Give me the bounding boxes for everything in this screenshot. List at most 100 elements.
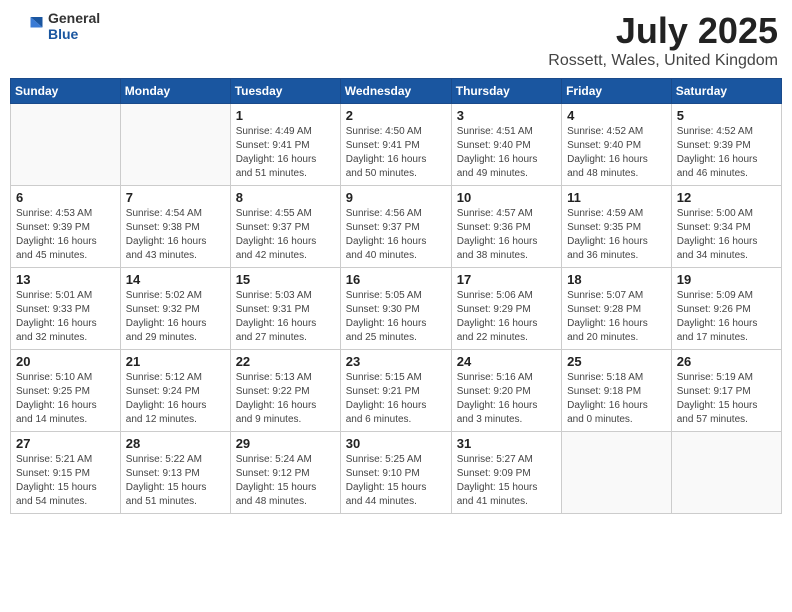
day-number: 26: [677, 354, 776, 369]
day-info: Sunrise: 5:01 AMSunset: 9:33 PMDaylight:…: [16, 289, 115, 345]
calendar-cell: 14 Sunrise: 5:02 AMSunset: 9:32 PMDayligh…: [120, 268, 230, 350]
day-info: Sunrise: 5:16 AMSunset: 9:20 PMDaylight:…: [457, 371, 556, 427]
day-number: 3: [457, 108, 556, 123]
day-number: 27: [16, 436, 115, 451]
day-number: 4: [567, 108, 666, 123]
weekday-header: Saturday: [671, 79, 781, 104]
day-number: 29: [236, 436, 335, 451]
calendar-cell: 31 Sunrise: 5:27 AMSunset: 9:09 PMDayligh…: [451, 432, 561, 514]
day-info: Sunrise: 5:25 AMSunset: 9:10 PMDaylight:…: [346, 453, 446, 509]
calendar-week-row: 27 Sunrise: 5:21 AMSunset: 9:15 PMDayligh…: [11, 432, 782, 514]
day-info: Sunrise: 5:21 AMSunset: 9:15 PMDaylight:…: [16, 453, 115, 509]
calendar-week-row: 6 Sunrise: 4:53 AMSunset: 9:39 PMDaylight…: [11, 186, 782, 268]
day-info: Sunrise: 5:12 AMSunset: 9:24 PMDaylight:…: [126, 371, 225, 427]
calendar-cell: 17 Sunrise: 5:06 AMSunset: 9:29 PMDayligh…: [451, 268, 561, 350]
calendar-cell: 9 Sunrise: 4:56 AMSunset: 9:37 PMDaylight…: [340, 186, 451, 268]
calendar-cell: 11 Sunrise: 4:59 AMSunset: 9:35 PMDayligh…: [562, 186, 672, 268]
calendar-cell: 23Sunrise: 5:15 AMSunset: 9:21 PMDayligh…: [340, 350, 451, 432]
weekday-header: Friday: [562, 79, 672, 104]
calendar-cell: 2 Sunrise: 4:50 AMSunset: 9:41 PMDaylight…: [340, 104, 451, 186]
day-number: 1: [236, 108, 335, 123]
logo-text: General Blue: [48, 10, 100, 42]
calendar-cell: 12 Sunrise: 5:00 AMSunset: 9:34 PMDayligh…: [671, 186, 781, 268]
day-number: 13: [16, 272, 115, 287]
calendar-cell: 20Sunrise: 5:10 AMSunset: 9:25 PMDayligh…: [11, 350, 121, 432]
calendar-cell: 7Sunrise: 4:54 AMSunset: 9:38 PMDaylight…: [120, 186, 230, 268]
day-number: 30: [346, 436, 446, 451]
day-number: 14: [126, 272, 225, 287]
logo: General Blue: [14, 10, 100, 42]
day-number: 17: [457, 272, 556, 287]
day-number: 25: [567, 354, 666, 369]
weekday-header: Tuesday: [230, 79, 340, 104]
calendar-cell: 4 Sunrise: 4:52 AMSunset: 9:40 PMDaylight…: [562, 104, 672, 186]
calendar-cell: 16Sunrise: 5:05 AMSunset: 9:30 PMDayligh…: [340, 268, 451, 350]
day-number: 28: [126, 436, 225, 451]
day-info: Sunrise: 5:02 AMSunset: 9:32 PMDaylight:…: [126, 289, 225, 345]
calendar-cell: 29 Sunrise: 5:24 AMSunset: 9:12 PMDayligh…: [230, 432, 340, 514]
day-info: Sunrise: 5:24 AMSunset: 9:12 PMDaylight:…: [236, 453, 335, 509]
day-number: 9: [346, 190, 446, 205]
calendar-cell: 25Sunrise: 5:18 AMSunset: 9:18 PMDayligh…: [562, 350, 672, 432]
calendar-header-row: SundayMondayTuesdayWednesdayThursdayFrid…: [11, 79, 782, 104]
calendar-cell: 21 Sunrise: 5:12 AMSunset: 9:24 PMDayligh…: [120, 350, 230, 432]
month-year: July 2025: [548, 10, 778, 52]
day-info: Sunrise: 4:51 AMSunset: 9:40 PMDaylight:…: [457, 125, 556, 181]
logo-blue: Blue: [48, 26, 100, 42]
calendar-cell: 8Sunrise: 4:55 AMSunset: 9:37 PMDaylight…: [230, 186, 340, 268]
day-info: Sunrise: 5:03 AMSunset: 9:31 PMDaylight:…: [236, 289, 335, 345]
day-number: 15: [236, 272, 335, 287]
day-info: Sunrise: 4:56 AMSunset: 9:37 PMDaylight:…: [346, 207, 446, 263]
day-number: 7: [126, 190, 225, 205]
calendar-cell: [11, 104, 121, 186]
day-info: Sunrise: 5:00 AMSunset: 9:34 PMDaylight:…: [677, 207, 776, 263]
weekday-header: Wednesday: [340, 79, 451, 104]
day-info: Sunrise: 5:19 AMSunset: 9:17 PMDaylight:…: [677, 371, 776, 427]
day-info: Sunrise: 5:27 AMSunset: 9:09 PMDaylight:…: [457, 453, 556, 509]
day-number: 2: [346, 108, 446, 123]
day-info: Sunrise: 4:59 AMSunset: 9:35 PMDaylight:…: [567, 207, 666, 263]
logo-general: General: [48, 10, 100, 26]
calendar-week-row: 1 Sunrise: 4:49 AMSunset: 9:41 PMDaylight…: [11, 104, 782, 186]
day-number: 11: [567, 190, 666, 205]
calendar-week-row: 13 Sunrise: 5:01 AMSunset: 9:33 PMDayligh…: [11, 268, 782, 350]
calendar-cell: 30 Sunrise: 5:25 AMSunset: 9:10 PMDayligh…: [340, 432, 451, 514]
day-number: 6: [16, 190, 115, 205]
day-number: 21: [126, 354, 225, 369]
calendar-cell: 5Sunrise: 4:52 AMSunset: 9:39 PMDaylight…: [671, 104, 781, 186]
title-block: July 2025 Rossett, Wales, United Kingdom: [548, 10, 778, 70]
day-info: Sunrise: 4:49 AMSunset: 9:41 PMDaylight:…: [236, 125, 335, 181]
day-number: 22: [236, 354, 335, 369]
day-info: Sunrise: 5:07 AMSunset: 9:28 PMDaylight:…: [567, 289, 666, 345]
day-number: 5: [677, 108, 776, 123]
weekday-header: Monday: [120, 79, 230, 104]
calendar-cell: 13 Sunrise: 5:01 AMSunset: 9:33 PMDayligh…: [11, 268, 121, 350]
day-info: Sunrise: 4:52 AMSunset: 9:40 PMDaylight:…: [567, 125, 666, 181]
calendar-cell: 18 Sunrise: 5:07 AMSunset: 9:28 PMDayligh…: [562, 268, 672, 350]
day-number: 18: [567, 272, 666, 287]
calendar-cell: 3 Sunrise: 4:51 AMSunset: 9:40 PMDaylight…: [451, 104, 561, 186]
day-info: Sunrise: 5:06 AMSunset: 9:29 PMDaylight:…: [457, 289, 556, 345]
calendar-cell: 28Sunrise: 5:22 AMSunset: 9:13 PMDayligh…: [120, 432, 230, 514]
day-number: 23: [346, 354, 446, 369]
calendar-cell: 6 Sunrise: 4:53 AMSunset: 9:39 PMDaylight…: [11, 186, 121, 268]
day-info: Sunrise: 5:10 AMSunset: 9:25 PMDaylight:…: [16, 371, 115, 427]
day-number: 16: [346, 272, 446, 287]
calendar-cell: 26 Sunrise: 5:19 AMSunset: 9:17 PMDayligh…: [671, 350, 781, 432]
location: Rossett, Wales, United Kingdom: [548, 52, 778, 70]
day-info: Sunrise: 4:53 AMSunset: 9:39 PMDaylight:…: [16, 207, 115, 263]
day-number: 31: [457, 436, 556, 451]
calendar: SundayMondayTuesdayWednesdayThursdayFrid…: [10, 78, 782, 514]
calendar-cell: 15 Sunrise: 5:03 AMSunset: 9:31 PMDayligh…: [230, 268, 340, 350]
day-info: Sunrise: 5:13 AMSunset: 9:22 PMDaylight:…: [236, 371, 335, 427]
calendar-cell: [120, 104, 230, 186]
day-number: 12: [677, 190, 776, 205]
calendar-cell: 24Sunrise: 5:16 AMSunset: 9:20 PMDayligh…: [451, 350, 561, 432]
day-number: 8: [236, 190, 335, 205]
logo-icon: [14, 11, 44, 41]
day-info: Sunrise: 4:57 AMSunset: 9:36 PMDaylight:…: [457, 207, 556, 263]
calendar-cell: 22 Sunrise: 5:13 AMSunset: 9:22 PMDayligh…: [230, 350, 340, 432]
calendar-cell: 1 Sunrise: 4:49 AMSunset: 9:41 PMDaylight…: [230, 104, 340, 186]
calendar-cell: [562, 432, 672, 514]
day-info: Sunrise: 4:50 AMSunset: 9:41 PMDaylight:…: [346, 125, 446, 181]
